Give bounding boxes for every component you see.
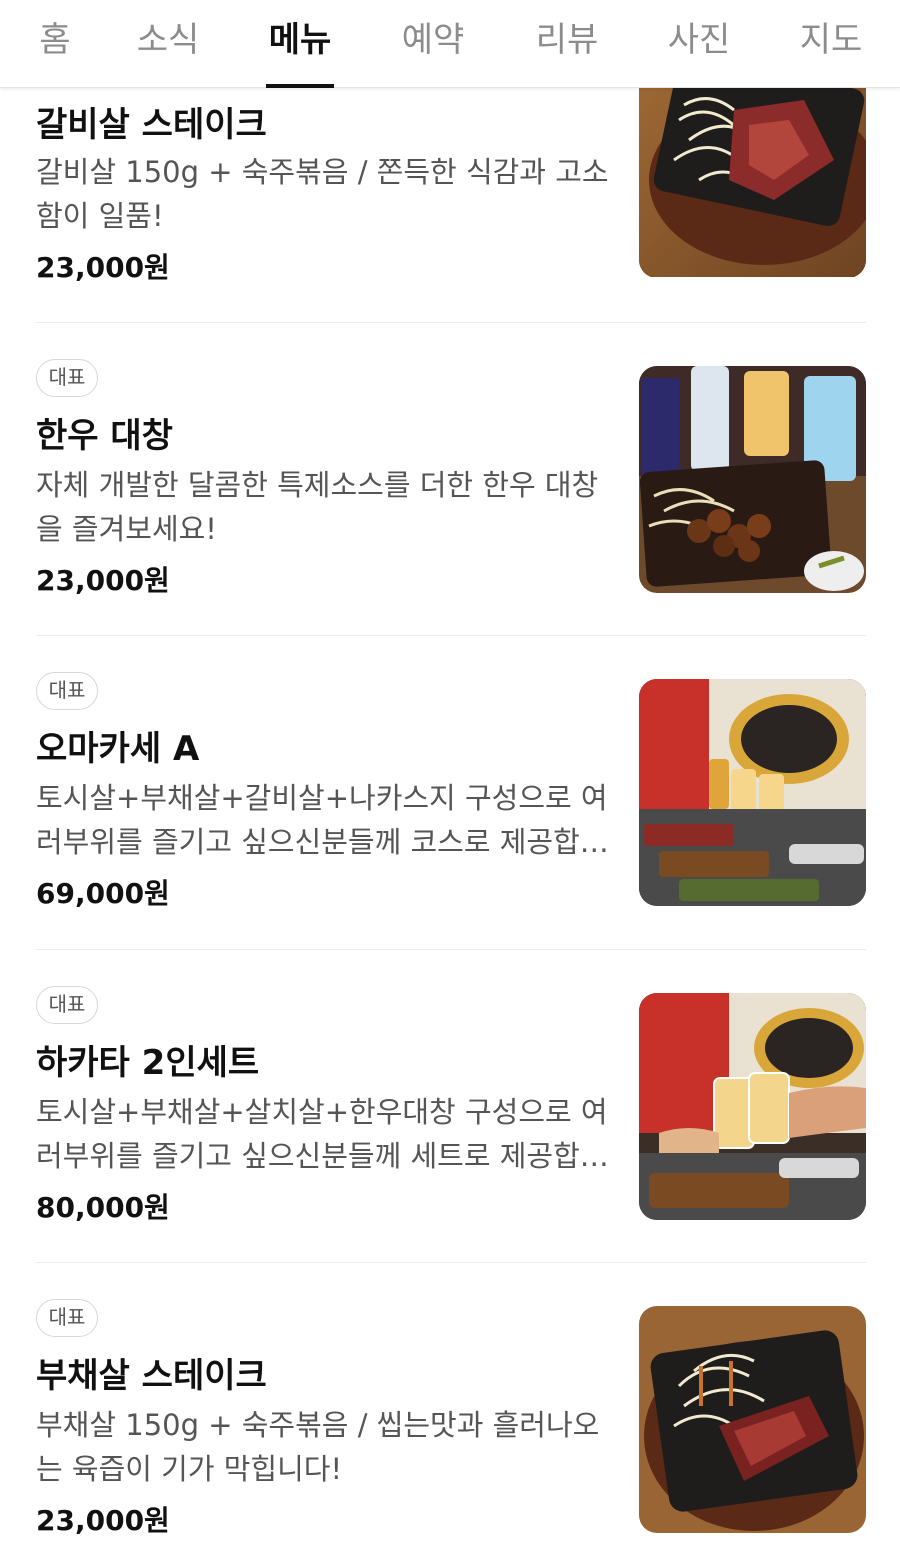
menu-item-description: 토시살+부채살+살치살+한우대창 구성으로 여러부위를 즐기고 싶으신분들께 세… bbox=[36, 1095, 608, 1173]
menu-item-price: 69,000원 bbox=[36, 877, 170, 910]
tab-home[interactable]: 홈 bbox=[36, 12, 74, 88]
menu-item-name: 하카타 2인세트 bbox=[36, 1043, 260, 1083]
menu-item-description: 부채살 150g + 숙주볶음 / 씹는맛과 흘러나오는 육즙이 기가 막힙니다… bbox=[36, 1408, 600, 1486]
menu-item[interactable]: 대표 오마카세 A 토시살+부채살+갈비살+나카스지 구성으로 여러부위를 즐기… bbox=[36, 636, 866, 950]
menu-item-name: 부채살 스테이크 bbox=[36, 1356, 267, 1396]
signature-badge: 대표 bbox=[36, 359, 98, 397]
tab-map[interactable]: 지도 bbox=[796, 12, 866, 88]
highball-cheers-photo[interactable] bbox=[639, 993, 866, 1220]
restaurant-menu-page: 홈 소식 메뉴 예약 리뷰 사진 지도 갈비살 스테이크 갈비살 150g + … bbox=[0, 0, 900, 1543]
menu-item[interactable]: 대표 한우 대창 자체 개발한 달콤한 특제소스를 더한 한우 대창을 즐겨보세… bbox=[36, 323, 866, 636]
menu-item-price: 23,000원 bbox=[36, 251, 170, 284]
tab-reservation[interactable]: 예약 bbox=[398, 12, 468, 88]
menu-item-name: 갈비살 스테이크 bbox=[36, 105, 267, 145]
tab-reviews[interactable]: 리뷰 bbox=[532, 12, 602, 88]
tab-bar: 홈 소식 메뉴 예약 리뷰 사진 지도 bbox=[0, 0, 900, 88]
signature-badge: 대표 bbox=[36, 672, 98, 710]
tab-menu[interactable]: 메뉴 bbox=[266, 12, 334, 88]
menu-item-price: 23,000원 bbox=[36, 1504, 170, 1537]
menu-item[interactable]: 대표 하카타 2인세트 토시살+부채살+살치살+한우대창 구성으로 여러부위를 … bbox=[36, 950, 866, 1263]
menu-item-price: 23,000원 bbox=[36, 564, 170, 597]
menu-item[interactable]: 갈비살 스테이크 갈비살 150g + 숙주볶음 / 쫀득한 식감과 고소함이 … bbox=[36, 50, 866, 323]
menu-item-name: 한우 대창 bbox=[36, 416, 173, 456]
signature-badge: 대표 bbox=[36, 1299, 98, 1337]
menu-item-name: 오마카세 A bbox=[36, 729, 200, 769]
flat-iron-steak-photo[interactable] bbox=[639, 1306, 866, 1533]
signature-badge: 대표 bbox=[36, 986, 98, 1024]
menu-item-description: 토시살+부채살+갈비살+나카스지 구성으로 여러부위를 즐기고 싶으신분들께 코… bbox=[36, 781, 608, 859]
menu-item-description: 갈비살 150g + 숙주볶음 / 쫀득한 식감과 고소함이 일품! bbox=[36, 155, 609, 233]
tab-photos[interactable]: 사진 bbox=[664, 12, 734, 88]
menu-item-description: 자체 개발한 달콤한 특제소스를 더한 한우 대창을 즐겨보세요! bbox=[36, 468, 599, 546]
tab-news[interactable]: 소식 bbox=[134, 12, 202, 88]
menu-item[interactable]: 대표 부채살 스테이크 부채살 150g + 숙주볶음 / 씹는맛과 흘러나오는… bbox=[36, 1263, 866, 1543]
menu-item-price: 80,000원 bbox=[36, 1191, 170, 1224]
daechang-with-drinks-photo[interactable] bbox=[639, 366, 866, 593]
omakase-counter-photo[interactable] bbox=[639, 679, 866, 906]
